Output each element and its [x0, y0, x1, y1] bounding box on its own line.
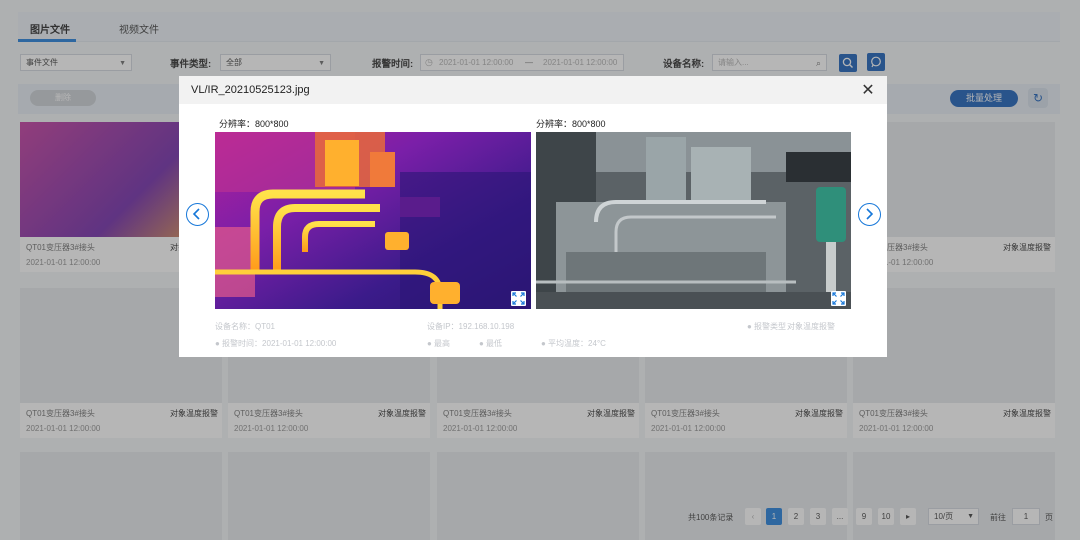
close-icon[interactable]: ✕: [859, 80, 877, 100]
visible-picture: [536, 132, 851, 309]
alarm-type-info: ● 报警类型: [747, 322, 787, 331]
expand-icon[interactable]: [831, 291, 846, 306]
visible-light-image[interactable]: [536, 132, 851, 309]
avg-temp-info: ● 平均温度：24°C: [541, 339, 606, 348]
infrared-image[interactable]: [215, 132, 531, 309]
expand-icon[interactable]: [511, 291, 526, 306]
chevron-left-icon: [192, 208, 200, 220]
device-info: 设备名称：QT01: [215, 322, 276, 331]
next-image-button[interactable]: [858, 203, 881, 226]
min-temp-info: ● 最低: [479, 339, 503, 348]
thermal-picture: [215, 132, 531, 309]
chevron-right-icon: [866, 208, 874, 220]
alarm-time-info: ● 报警时间：2021-01-01 12:00:00: [215, 339, 337, 348]
right-resolution-label: 分辨率：800*800: [536, 119, 606, 129]
alarm-tag: 对象温度报警: [787, 322, 835, 331]
device-ip-info: 设备IP：192.168.10.198: [427, 322, 515, 331]
prev-image-button[interactable]: [186, 203, 209, 226]
left-resolution-label: 分辨率：800*800: [219, 119, 289, 129]
modal-header: VL/IR_20210525123.jpg ✕: [179, 76, 887, 104]
max-temp-info: ● 最高: [427, 339, 451, 348]
image-preview-modal: VL/IR_20210525123.jpg ✕ 分辨率：800*800 分辨率：…: [179, 76, 887, 357]
modal-title: VL/IR_20210525123.jpg: [191, 84, 310, 96]
